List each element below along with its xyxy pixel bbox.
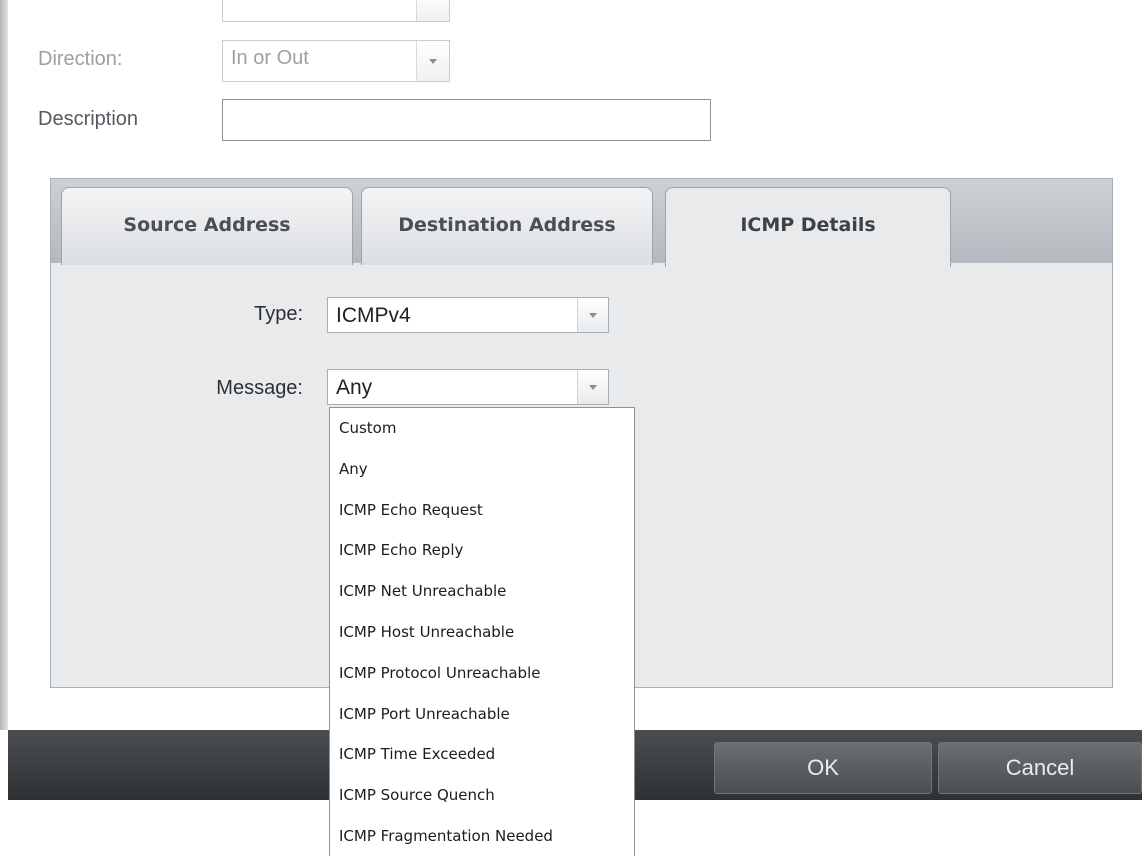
description-label: Description	[38, 108, 139, 130]
chevron-down-icon	[589, 313, 597, 318]
window-left-edge	[0, 0, 8, 730]
type-select[interactable]: ICMPv4	[327, 297, 609, 333]
message-label: Message:	[216, 377, 303, 399]
ok-button[interactable]: OK	[714, 742, 932, 794]
direction-select[interactable]: In or Out	[222, 40, 450, 82]
message-option-port-unreachable[interactable]: ICMP Port Unreachable	[330, 694, 634, 735]
chevron-down-icon	[429, 59, 437, 64]
message-option-any[interactable]: Any	[330, 449, 634, 490]
tab-strip: Source Address Destination Address ICMP …	[51, 179, 1112, 267]
tab-source-address[interactable]: Source Address	[61, 187, 353, 265]
tab-destination-address[interactable]: Destination Address	[361, 187, 653, 265]
message-option-source-quench[interactable]: ICMP Source Quench	[330, 775, 634, 816]
message-option-fragmentation-needed[interactable]: ICMP Fragmentation Needed	[330, 816, 634, 857]
message-option-net-unreachable[interactable]: ICMP Net Unreachable	[330, 571, 634, 612]
message-option-echo-reply[interactable]: ICMP Echo Reply	[330, 530, 634, 571]
direction-label: Direction:	[38, 48, 123, 70]
message-option-custom[interactable]: Custom	[330, 408, 634, 449]
type-value: ICMPv4	[336, 304, 411, 327]
direction-dropdown-arrow[interactable]	[416, 41, 449, 81]
type-dropdown-arrow[interactable]	[577, 298, 608, 332]
top-partial-field[interactable]	[222, 0, 450, 22]
chevron-down-icon	[589, 385, 597, 390]
tab-icmp-details[interactable]: ICMP Details	[665, 187, 951, 267]
message-dropdown-list: Custom Any ICMP Echo Request ICMP Echo R…	[329, 407, 635, 856]
message-option-echo-request[interactable]: ICMP Echo Request	[330, 490, 634, 531]
top-partial-field-arrow[interactable]	[416, 0, 449, 21]
type-label: Type:	[254, 303, 303, 325]
message-value: Any	[336, 376, 373, 399]
cancel-button[interactable]: Cancel	[938, 742, 1142, 794]
message-option-host-unreachable[interactable]: ICMP Host Unreachable	[330, 612, 634, 653]
message-option-time-exceeded[interactable]: ICMP Time Exceeded	[330, 734, 634, 775]
description-input[interactable]	[222, 99, 711, 141]
direction-value: In or Out	[231, 47, 309, 69]
message-option-protocol-unreachable[interactable]: ICMP Protocol Unreachable	[330, 653, 634, 694]
message-select[interactable]: Any	[327, 369, 609, 405]
message-dropdown-arrow[interactable]	[577, 370, 608, 404]
